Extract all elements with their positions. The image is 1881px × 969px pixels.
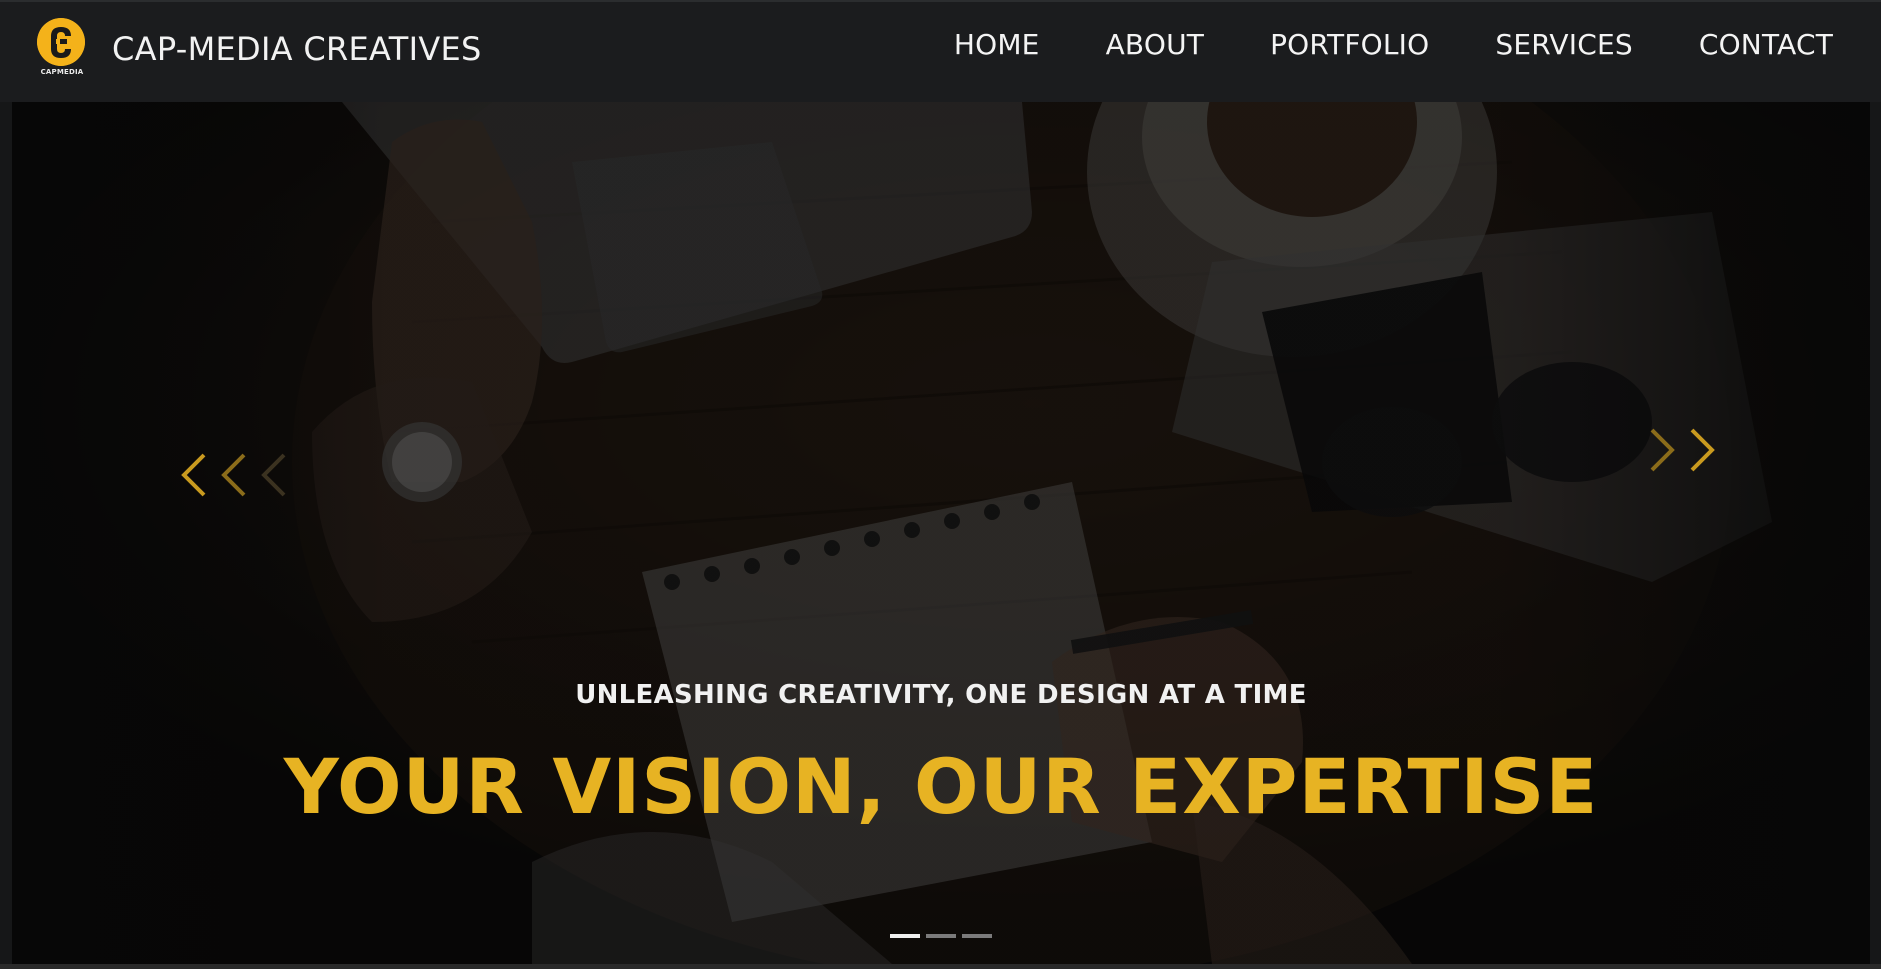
brand-name[interactable]: CAP-MEDIA CREATIVES (112, 30, 482, 68)
bottom-border (0, 964, 1881, 969)
chevron-left-icon (181, 453, 286, 497)
hero-slider: UNLEASHING CREATIVITY, ONE DESIGN AT A T… (12, 102, 1870, 964)
nav-contact[interactable]: CONTACT (1699, 28, 1833, 61)
slide-indicator-3[interactable] (962, 934, 992, 938)
slider-next-arrow[interactable] (1630, 422, 1730, 482)
slider-indicators (890, 934, 992, 938)
slider-prev-arrow[interactable] (172, 447, 292, 507)
nav-about[interactable]: ABOUT (1106, 28, 1205, 61)
hero-heading: YOUR VISION, OUR EXPERTISE (283, 742, 1599, 831)
chevron-right-icon (1650, 428, 1715, 472)
slide-indicator-1[interactable] (890, 934, 920, 938)
main-nav: HOME ABOUT PORTFOLIO SERVICES CONTACT (954, 28, 1833, 61)
nav-home[interactable]: HOME (954, 28, 1040, 61)
nav-portfolio[interactable]: PORTFOLIO (1270, 28, 1429, 61)
hero-subheading: UNLEASHING CREATIVITY, ONE DESIGN AT A T… (575, 680, 1307, 710)
logo-text: CAPMEDIA (40, 68, 84, 76)
nav-services[interactable]: SERVICES (1495, 28, 1632, 61)
logo[interactable]: CAPMEDIA (36, 18, 88, 80)
slide-indicator-2[interactable] (926, 934, 956, 938)
logo-icon (37, 18, 85, 66)
hero-background-image (12, 102, 1870, 964)
site-header: CAPMEDIA CAP-MEDIA CREATIVES HOME ABOUT … (0, 2, 1881, 102)
